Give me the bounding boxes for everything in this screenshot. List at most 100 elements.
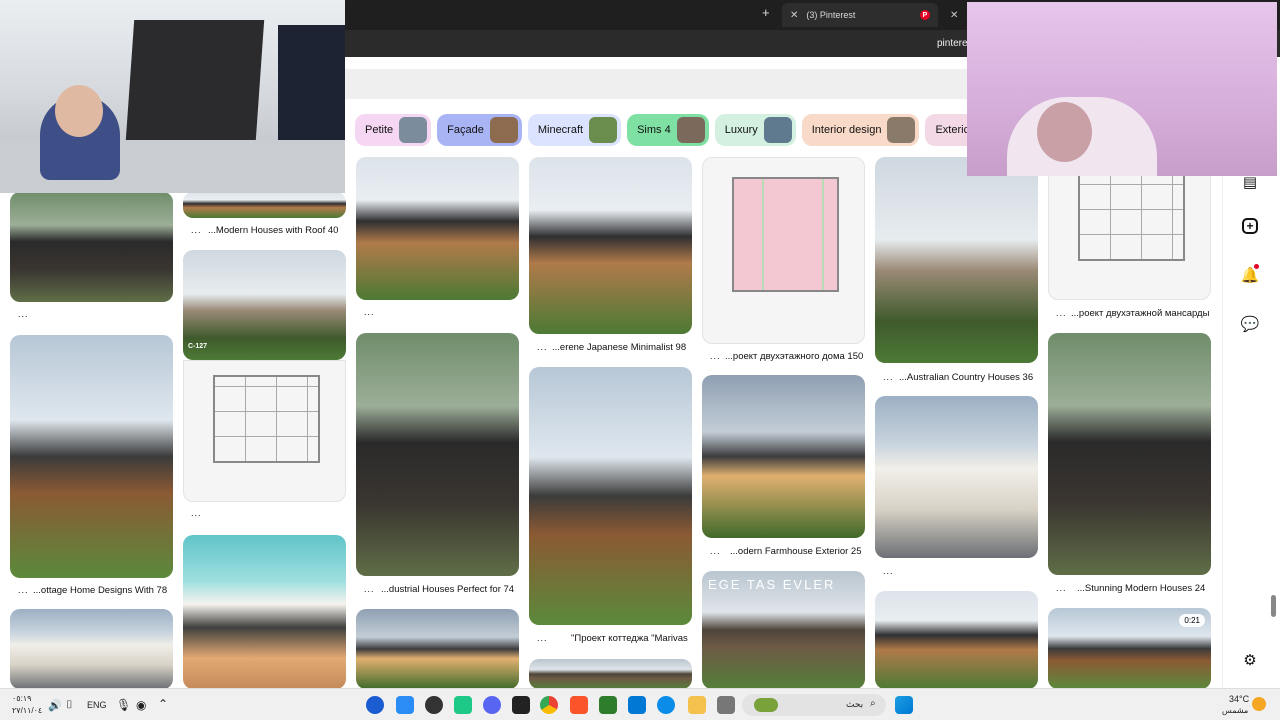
pin-caption[interactable]: ...роект двухэтажного дома 150 (725, 351, 863, 362)
pin-image[interactable] (10, 609, 173, 689)
more-options-icon[interactable]: ... (883, 566, 894, 576)
pin-caption[interactable]: ...Modern Houses with Roof 40 (208, 225, 338, 236)
app-icon-4[interactable] (599, 696, 617, 714)
scrollbar[interactable] (1271, 595, 1276, 617)
close-tab-icon[interactable]: ✕ (950, 10, 958, 21)
pinterest-favicon-icon: P (920, 10, 930, 20)
pin-image[interactable] (529, 367, 692, 625)
pin-image[interactable] (183, 192, 346, 218)
category-chip[interactable]: Sims 4 (627, 114, 709, 146)
pin-image[interactable]: C-127 (183, 250, 346, 360)
file-explorer-icon[interactable] (688, 696, 706, 714)
tab-pinterest[interactable]: ✕ (3) Pinterest P (782, 3, 938, 27)
volume-icon[interactable]: 🔊 (48, 699, 62, 712)
category-chip[interactable]: Luxury (714, 114, 796, 146)
category-chip[interactable]: Façade (437, 114, 522, 146)
more-options-icon[interactable]: ... (364, 584, 375, 594)
webcam-overlay-left (0, 0, 345, 193)
category-chip[interactable]: Petite (355, 114, 432, 146)
pin-caption[interactable]: ...ottage Home Designs With 78 (33, 585, 167, 596)
category-thumbnail (489, 117, 518, 143)
network-icon[interactable]: ⌷ (66, 699, 73, 712)
app-icon-3[interactable] (454, 696, 472, 714)
windows-start-icon[interactable] (895, 696, 913, 714)
pin-image[interactable] (875, 157, 1038, 363)
pin-image[interactable] (356, 609, 519, 689)
pin-image[interactable] (875, 396, 1038, 558)
pin-image[interactable] (356, 157, 519, 300)
more-options-icon[interactable]: ... (1056, 583, 1067, 593)
clock-date[interactable]: ٢٧/١١/٠٤ (12, 706, 42, 715)
pin-image[interactable] (10, 335, 173, 578)
search-area (345, 69, 970, 99)
pin-image[interactable] (10, 192, 173, 302)
category-thumbnail (399, 117, 428, 143)
pin-image[interactable]: EGE TAS EVLER (702, 571, 865, 689)
create-icon[interactable]: + (1242, 218, 1258, 234)
category-label: Minecraft (537, 124, 584, 136)
more-options-icon[interactable]: ... (364, 307, 375, 317)
pin-image[interactable] (529, 157, 692, 334)
url-field[interactable]: pintere (937, 38, 968, 49)
pin-video[interactable]: 0:21 (1048, 608, 1211, 689)
more-options-icon[interactable]: ... (191, 508, 202, 518)
more-options-icon[interactable]: ... (18, 585, 29, 595)
microphone-icon[interactable]: 🎙 (116, 698, 131, 712)
new-tab-button[interactable]: + (762, 5, 770, 20)
pin-image[interactable] (875, 591, 1038, 689)
app-icon-1[interactable] (366, 696, 384, 714)
pin-image[interactable] (702, 375, 865, 538)
pin-image[interactable] (529, 659, 692, 689)
store-icon[interactable] (628, 696, 646, 714)
pin-caption[interactable]: ...dustrial Houses Perfect for 74 (381, 584, 514, 595)
chevron-up-icon[interactable]: ⌃ (158, 697, 168, 711)
more-options-icon[interactable]: ... (191, 225, 202, 235)
more-options-icon[interactable]: ... (710, 546, 721, 556)
pin-floorplan-image[interactable] (183, 360, 346, 502)
close-tab-icon[interactable]: ✕ (790, 10, 798, 21)
more-options-icon[interactable]: ... (710, 351, 721, 361)
monitor (278, 25, 345, 155)
sun-icon (1252, 697, 1266, 711)
pin-floorplan-image[interactable] (702, 157, 865, 344)
pin-image[interactable] (1048, 333, 1211, 575)
taskbar-search[interactable]: بحث ⌕ (742, 694, 886, 716)
brave-icon[interactable] (570, 696, 588, 714)
more-options-icon[interactable]: ... (883, 372, 894, 382)
task-view-icon[interactable] (717, 696, 735, 714)
edge-icon[interactable] (657, 696, 675, 714)
discord-icon[interactable] (483, 696, 501, 714)
pin-caption[interactable]: ...erene Japanese Minimalist 98 (552, 342, 686, 353)
tab-title: (3) Pinterest (806, 10, 856, 20)
pin-caption[interactable]: ...Stunning Modern Houses 24 (1077, 583, 1205, 594)
pin-caption[interactable]: ...роект двухэтажной мансарды (1071, 308, 1209, 319)
pin-caption[interactable]: ...Australian Country Houses 36 (899, 372, 1033, 383)
more-options-icon[interactable]: ... (537, 342, 548, 352)
category-chip[interactable]: Minecraft (527, 114, 622, 146)
category-chip[interactable]: Interior design (801, 114, 920, 146)
more-options-icon[interactable]: ... (1056, 308, 1067, 318)
settings-icon[interactable]: ⚙ (1239, 649, 1261, 671)
notification-badge (1254, 264, 1259, 269)
pin-floorplan-image[interactable] (1048, 157, 1211, 300)
meet-icon[interactable]: ◉ (136, 698, 146, 712)
weather-temp[interactable]: 34°C (1229, 694, 1249, 704)
category-thumbnail (763, 117, 792, 143)
pin-caption[interactable]: "Проект коттеджа "Marivas (571, 633, 688, 644)
category-thumbnail (676, 117, 705, 143)
3d-app-icon[interactable] (512, 696, 530, 714)
pin-caption[interactable]: ...odern Farmhouse Exterior 25 (730, 546, 861, 557)
more-options-icon[interactable]: ... (537, 633, 548, 643)
chrome-icon[interactable] (540, 696, 558, 714)
clock-time[interactable]: ٠٥:١٩ (12, 694, 31, 703)
more-options-icon[interactable]: ... (18, 309, 29, 319)
language-indicator[interactable]: ENG (87, 700, 107, 710)
messages-icon[interactable]: 💬 (1239, 313, 1261, 335)
weather-desc[interactable]: مشمس (1222, 706, 1248, 715)
pin-image[interactable] (183, 535, 346, 689)
category-chips: Petite Façade Minecraft Sims 4 Luxury Interio… (355, 114, 1008, 146)
app-icon-2[interactable] (396, 696, 414, 714)
steam-icon[interactable] (425, 696, 443, 714)
windows-taskbar: ٠٥:١٩ ٢٧/١١/٠٤ 🔊 ⌷ ENG 🎙 ◉ ⌃ بحث ⌕ 34°C … (0, 688, 1280, 720)
pin-image[interactable] (356, 333, 519, 576)
